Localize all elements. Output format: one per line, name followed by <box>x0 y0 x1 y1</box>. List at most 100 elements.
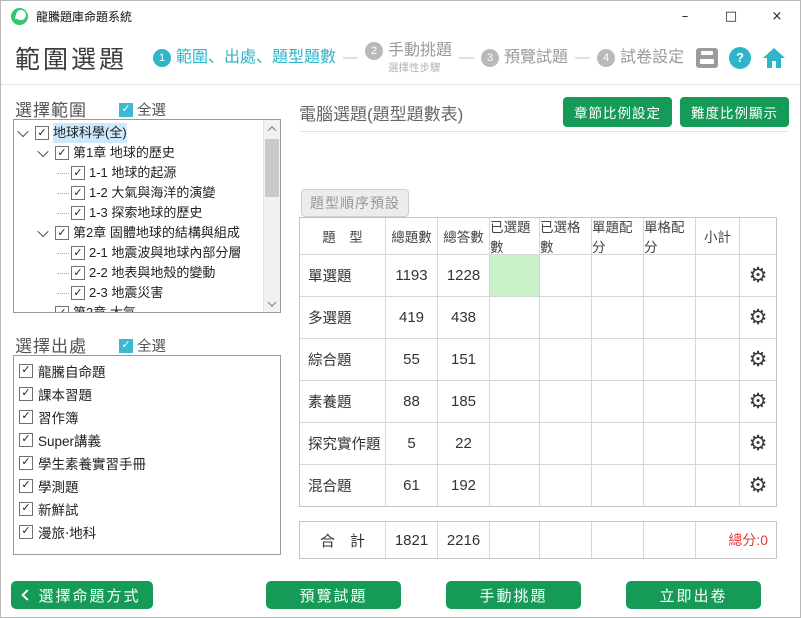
per-question-score-cell[interactable] <box>592 338 644 380</box>
step-3[interactable]: 3 預覽試題 <box>481 47 568 68</box>
tree-item[interactable]: 2-1 地震波與地球內部分層 <box>14 243 263 263</box>
scrollbar-thumb[interactable] <box>265 139 279 197</box>
source-list-item[interactable]: Super講義 <box>14 428 280 451</box>
gear-icon[interactable]: ⚙ <box>749 349 768 370</box>
table-header-row: 題 型總題數總答數已選題數已選格數單題配分單格配分小計 <box>300 218 776 254</box>
gear-icon[interactable]: ⚙ <box>749 307 768 328</box>
checkbox-checked-icon[interactable] <box>19 456 33 470</box>
step-2[interactable]: 2 手動挑題 選擇性步驟 <box>365 40 452 75</box>
checkbox-checked-icon[interactable] <box>19 479 33 493</box>
chevron-down-icon[interactable] <box>37 226 48 237</box>
generate-exam-button[interactable]: 立即出卷 <box>626 581 761 609</box>
selected-count-cell[interactable] <box>490 296 540 338</box>
source-list-item[interactable]: 漫旅‧地科 <box>14 520 280 543</box>
scrollbar-up-icon[interactable] <box>264 120 280 137</box>
gear-icon[interactable]: ⚙ <box>749 475 768 496</box>
checkbox-checked-icon[interactable] <box>19 387 33 401</box>
home-icon[interactable] <box>762 47 786 69</box>
scrollbar-track[interactable] <box>263 120 280 312</box>
per-blank-score-cell[interactable] <box>644 338 696 380</box>
table-header-cell: 總題數 <box>386 218 438 254</box>
checkbox-checked-icon[interactable] <box>19 410 33 424</box>
back-to-mode-button[interactable]: 選擇命題方式 <box>11 581 153 609</box>
selected-count-cell[interactable] <box>490 338 540 380</box>
selected-count-cell[interactable] <box>490 422 540 464</box>
tree-item[interactable]: 第2章 固體地球的結構與組成 <box>14 223 263 243</box>
checkbox-checked-icon[interactable] <box>71 186 85 200</box>
per-question-score-cell[interactable] <box>592 296 644 338</box>
checkbox-checked-icon[interactable] <box>55 146 69 160</box>
subtotal-cell <box>696 380 740 422</box>
chapter-ratio-button[interactable]: 章節比例設定 <box>563 97 672 127</box>
difficulty-ratio-button[interactable]: 難度比例顯示 <box>680 97 789 127</box>
per-blank-score-cell[interactable] <box>644 254 696 296</box>
source-list-item[interactable]: 課本習題 <box>14 382 280 405</box>
preview-questions-button[interactable]: 預覽試題 <box>266 581 401 609</box>
tree-item[interactable]: 地球科學(全) <box>14 123 263 143</box>
per-question-score-cell[interactable] <box>592 422 644 464</box>
selected-count-cell[interactable] <box>490 254 540 296</box>
manual-pick-button[interactable]: 手動挑題 <box>446 581 581 609</box>
selected-blanks-cell[interactable] <box>540 254 592 296</box>
checkbox-checked-icon[interactable] <box>19 525 33 539</box>
step-1[interactable]: 1 範圍、出處、題型題數 <box>153 47 336 68</box>
per-blank-score-cell[interactable] <box>644 380 696 422</box>
source-select-all[interactable]: 全選 <box>119 335 166 356</box>
checkbox-checked-icon[interactable] <box>119 103 133 117</box>
row-settings-cell: ⚙ <box>740 296 776 338</box>
tree-item[interactable]: 1-1 地球的起源 <box>14 163 263 183</box>
gear-icon[interactable]: ⚙ <box>749 391 768 412</box>
wizard-steps: 1 範圍、出處、題型題數 — 2 手動挑題 選擇性步驟 — 3 預覽試題 — 4… <box>153 40 684 75</box>
tree-item[interactable]: 1-2 大氣與海洋的演變 <box>14 183 263 203</box>
gear-icon[interactable]: ⚙ <box>749 433 768 454</box>
save-icon[interactable] <box>696 48 718 68</box>
per-question-score-cell[interactable] <box>592 464 644 506</box>
step-4[interactable]: 4 試卷設定 <box>597 47 684 68</box>
checkbox-checked-icon[interactable] <box>55 226 69 240</box>
checkbox-checked-icon[interactable] <box>71 246 85 260</box>
question-order-tag[interactable]: 題型順序預設 <box>301 189 409 217</box>
selected-count-cell[interactable] <box>490 380 540 422</box>
tree-item[interactable]: 第1章 地球的歷史 <box>14 143 263 163</box>
maximize-button[interactable]: □ <box>708 1 754 31</box>
checkbox-checked-icon[interactable] <box>19 364 33 378</box>
checkbox-checked-icon[interactable] <box>19 502 33 516</box>
close-button[interactable]: × <box>754 1 800 31</box>
checkbox-checked-icon[interactable] <box>19 433 33 447</box>
selected-count-cell[interactable] <box>490 464 540 506</box>
checkbox-checked-icon[interactable] <box>55 306 69 312</box>
checkbox-checked-icon[interactable] <box>71 166 85 180</box>
per-blank-score-cell[interactable] <box>644 422 696 464</box>
range-select-all[interactable]: 全選 <box>119 99 166 120</box>
tree-item[interactable]: 1-3 探索地球的歷史 <box>14 203 263 223</box>
per-question-score-cell[interactable] <box>592 380 644 422</box>
selected-blanks-cell[interactable] <box>540 464 592 506</box>
checkbox-checked-icon[interactable] <box>71 266 85 280</box>
per-blank-score-cell[interactable] <box>644 464 696 506</box>
selected-blanks-cell[interactable] <box>540 380 592 422</box>
tree-item[interactable]: 2-3 地震災害 <box>14 283 263 303</box>
selected-blanks-cell[interactable] <box>540 422 592 464</box>
source-list-item[interactable]: 新鮮試 <box>14 497 280 520</box>
source-list-item[interactable]: 龍騰自命題 <box>14 359 280 382</box>
source-list-item[interactable]: 學測題 <box>14 474 280 497</box>
checkbox-checked-icon[interactable] <box>71 286 85 300</box>
chevron-down-icon[interactable] <box>37 146 48 157</box>
source-list-item[interactable]: 習作簿 <box>14 405 280 428</box>
step-2-sublabel: 選擇性步驟 <box>388 60 452 75</box>
selected-blanks-cell[interactable] <box>540 338 592 380</box>
per-question-score-cell[interactable] <box>592 254 644 296</box>
chevron-down-icon[interactable] <box>17 126 28 137</box>
checkbox-checked-icon[interactable] <box>71 206 85 220</box>
per-blank-score-cell[interactable] <box>644 296 696 338</box>
checkbox-checked-icon[interactable] <box>35 126 49 140</box>
help-icon[interactable]: ? <box>729 47 751 69</box>
gear-icon[interactable]: ⚙ <box>749 265 768 286</box>
scrollbar-down-icon[interactable] <box>264 295 280 312</box>
tree-item[interactable]: 2-2 地表與地殼的變動 <box>14 263 263 283</box>
source-list-item[interactable]: 學生素養實習手冊 <box>14 451 280 474</box>
checkbox-checked-icon[interactable] <box>119 339 133 353</box>
tree-item[interactable]: 第3章 大氣 <box>14 303 263 312</box>
selected-blanks-cell[interactable] <box>540 296 592 338</box>
minimize-button[interactable]: – <box>662 1 708 31</box>
